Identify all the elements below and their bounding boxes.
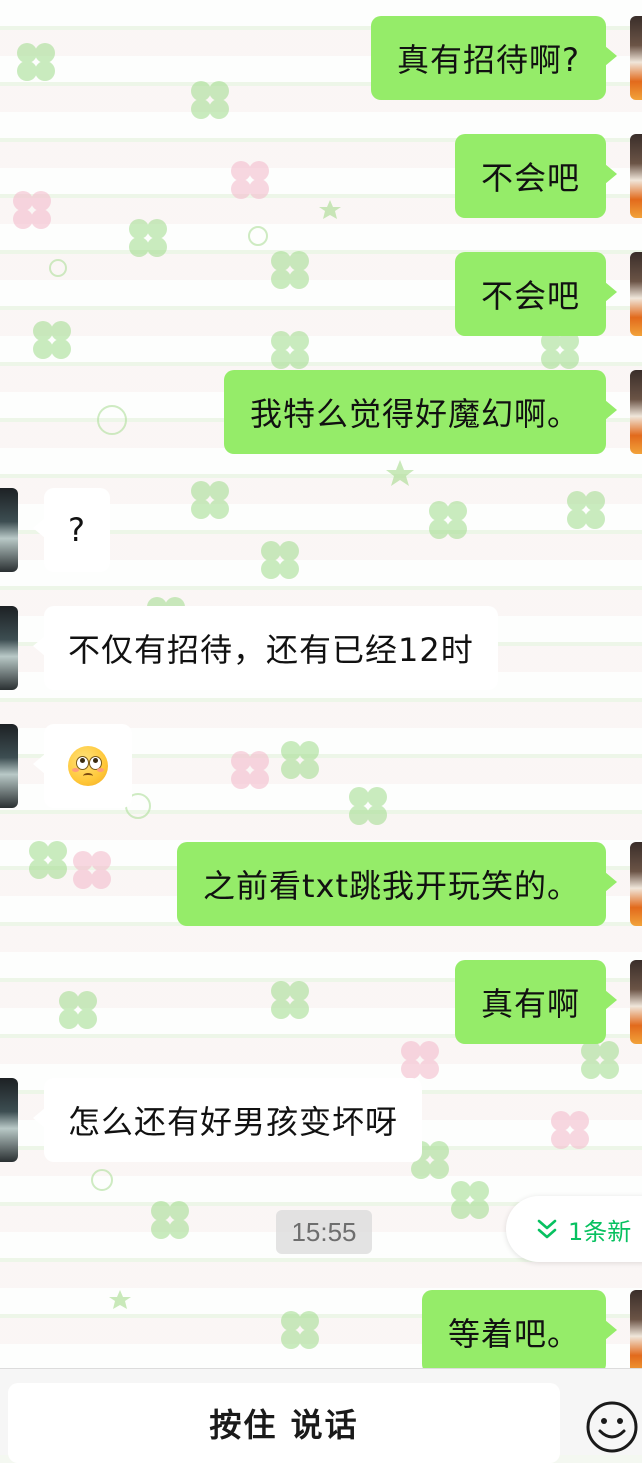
smiley-face-icon[interactable] — [582, 1397, 642, 1457]
message-text: 之前看txt跳我开玩笑的。 — [202, 867, 580, 905]
my-avatar[interactable] — [630, 1290, 642, 1368]
message-text: 不会吧 — [480, 159, 580, 197]
hold-to-talk-button[interactable]: 按住 说话 — [8, 1383, 560, 1463]
new-message-indicator[interactable]: 1条新 — [506, 1196, 642, 1262]
rolling-eyes-emoji — [68, 746, 108, 786]
outgoing-message-bubble[interactable]: 等着吧。 — [421, 1290, 618, 1368]
message-text: 真有啊 — [480, 985, 580, 1023]
my-avatar[interactable] — [630, 134, 642, 218]
input-bar: 按住 说话 — [0, 1368, 642, 1463]
message-row: ? — [0, 488, 642, 572]
my-avatar[interactable] — [630, 842, 642, 926]
message-row: 不会吧 — [0, 134, 642, 218]
contact-avatar[interactable] — [0, 488, 18, 572]
message-text: 真有招待啊? — [397, 41, 580, 79]
message-row: 不仅有招待，还有已经12时 — [0, 606, 642, 690]
outgoing-message-bubble[interactable]: 不会吧 — [454, 252, 618, 336]
outgoing-message-bubble[interactable]: 之前看txt跳我开玩笑的。 — [176, 842, 618, 926]
message-row: 不会吧 — [0, 252, 642, 336]
message-row: 真有啊 — [0, 960, 642, 1044]
message-row: 等着吧。 — [0, 1290, 642, 1368]
outgoing-message-bubble[interactable]: 真有啊 — [454, 960, 618, 1044]
outgoing-message-bubble[interactable]: 不会吧 — [454, 134, 618, 218]
incoming-message-bubble[interactable]: ? — [33, 488, 110, 572]
contact-avatar[interactable] — [0, 724, 18, 808]
outgoing-message-bubble[interactable]: 真有招待啊? — [371, 16, 617, 100]
incoming-message-bubble[interactable]: 怎么还有好男孩变坏呀 — [32, 1078, 423, 1162]
contact-avatar[interactable] — [0, 1078, 18, 1162]
message-row — [0, 724, 642, 808]
my-avatar[interactable] — [630, 960, 642, 1044]
message-row: 真有招待啊? — [0, 16, 642, 100]
message-timestamp: 15:55 — [276, 1210, 372, 1254]
message-row: 我特么觉得好魔幻啊。 — [0, 370, 642, 454]
new-message-label: 1条新 — [568, 1217, 632, 1246]
my-avatar[interactable] — [630, 370, 642, 454]
message-text: 我特么觉得好魔幻啊。 — [249, 395, 580, 433]
double-chevron-down-icon — [537, 1219, 557, 1239]
contact-avatar[interactable] — [0, 606, 18, 690]
my-avatar[interactable] — [630, 16, 642, 100]
my-avatar[interactable] — [630, 252, 642, 336]
message-text: 怎么还有好男孩变坏呀 — [68, 1103, 399, 1141]
incoming-message-bubble[interactable] — [33, 724, 132, 808]
outgoing-message-bubble[interactable]: 我特么觉得好魔幻啊。 — [223, 370, 618, 454]
chat-area[interactable]: 真有招待啊? 不会吧 不会吧 我特么觉得好魔幻啊。 ? 不仅有招待，还有已经12 — [0, 0, 642, 1368]
incoming-message-bubble[interactable]: 不仅有招待，还有已经12时 — [33, 606, 498, 690]
message-text: ? — [68, 511, 86, 549]
message-row: 怎么还有好男孩变坏呀 — [0, 1078, 642, 1162]
message-row: 之前看txt跳我开玩笑的。 — [0, 842, 642, 926]
message-text: 等着吧。 — [447, 1315, 580, 1353]
message-text: 不会吧 — [480, 277, 580, 315]
message-text: 不仅有招待，还有已经12时 — [68, 631, 474, 669]
